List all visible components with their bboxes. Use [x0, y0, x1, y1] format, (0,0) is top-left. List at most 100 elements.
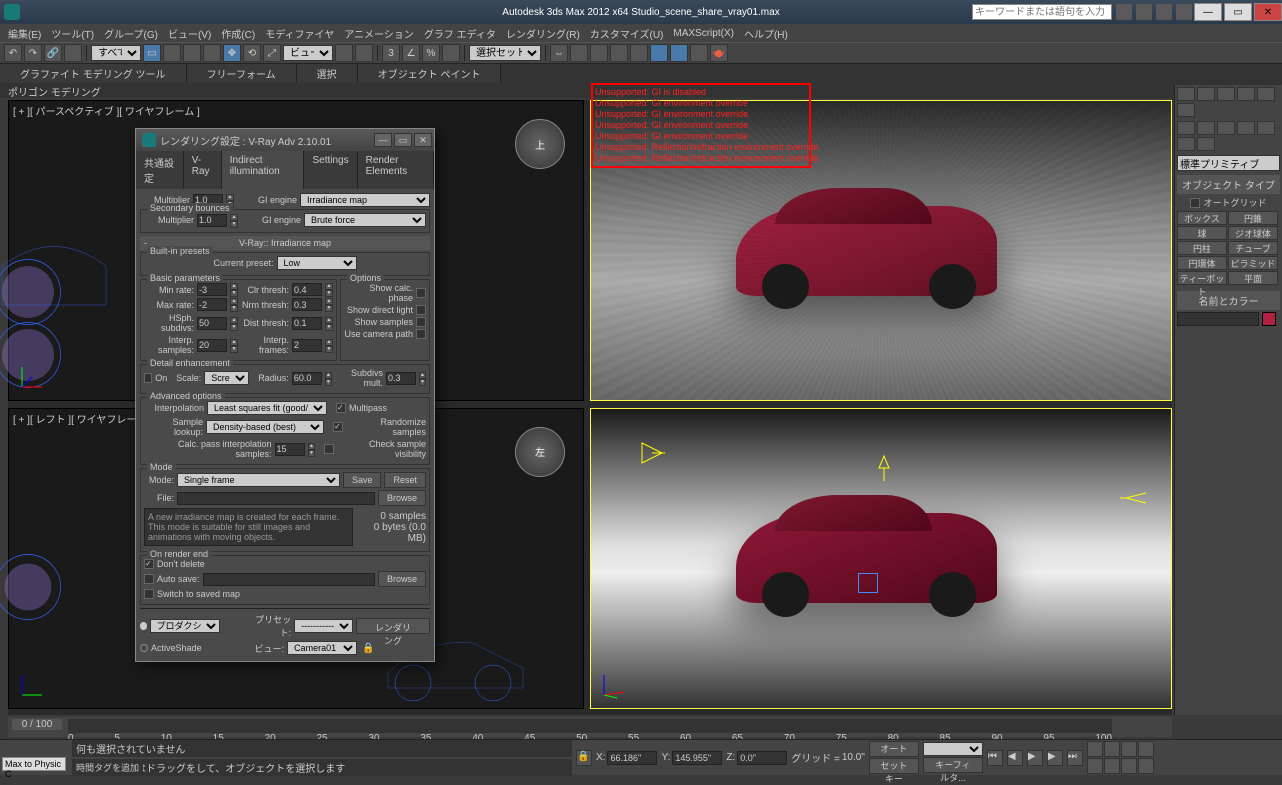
- preset-dropdown[interactable]: -----------: [294, 619, 353, 633]
- spinner-buttons[interactable]: ▲▼: [230, 214, 238, 227]
- tab-gi[interactable]: Indirect illumination: [222, 151, 305, 189]
- curve-editor-button[interactable]: [610, 44, 628, 62]
- light-gizmo[interactable]: [869, 453, 899, 483]
- autosave-checkbox[interactable]: [144, 574, 154, 584]
- select-move-button[interactable]: ✥: [223, 44, 241, 62]
- hsph-input[interactable]: [197, 317, 227, 330]
- unlink-button[interactable]: [64, 44, 82, 62]
- cone-button[interactable]: 円錐: [1228, 211, 1278, 225]
- mode-dropdown[interactable]: Single frame: [177, 473, 340, 487]
- cameras-icon[interactable]: [1237, 121, 1255, 135]
- prev-frame-icon[interactable]: ◀: [1007, 750, 1023, 766]
- geometry-icon[interactable]: [1177, 121, 1195, 135]
- menu-animation[interactable]: アニメーション: [340, 24, 418, 43]
- multipass-checkbox[interactable]: [336, 403, 346, 413]
- production-dropdown[interactable]: プロダクション: [150, 619, 220, 633]
- create-tab-icon[interactable]: [1177, 87, 1195, 101]
- select-region-button[interactable]: [183, 44, 201, 62]
- tab-graphite[interactable]: グラファイト モデリング ツール: [0, 64, 187, 83]
- teapot-button[interactable]: ティーポット: [1177, 271, 1227, 285]
- rollout-object-type[interactable]: オブジェクト タイプ: [1177, 175, 1280, 194]
- material-editor-button[interactable]: [650, 44, 668, 62]
- tab-common[interactable]: 共通設定: [136, 151, 184, 189]
- goto-start-icon[interactable]: ⏮: [987, 750, 1003, 766]
- tab-paint[interactable]: オブジェクト ペイント: [358, 64, 502, 83]
- spacewarps-icon[interactable]: [1177, 137, 1195, 151]
- tab-settings[interactable]: Settings: [304, 151, 357, 189]
- minimize-button[interactable]: —: [1194, 3, 1222, 21]
- align-button[interactable]: [570, 44, 588, 62]
- menu-group[interactable]: グループ(G): [100, 24, 162, 43]
- dist-thresh-input[interactable]: [292, 317, 322, 330]
- pivot-button[interactable]: [335, 44, 353, 62]
- select-rotate-button[interactable]: ⟲: [243, 44, 261, 62]
- tube-button[interactable]: チューブ: [1228, 241, 1278, 255]
- fov-icon[interactable]: [1087, 758, 1103, 774]
- secondary-mult-input[interactable]: [197, 214, 227, 227]
- ref-coord-dropdown[interactable]: ビュー: [283, 45, 333, 61]
- lock-selection-icon[interactable]: 🔒: [576, 750, 592, 766]
- lights-icon[interactable]: [1217, 121, 1235, 135]
- menu-tools[interactable]: ツール(T): [47, 24, 98, 43]
- fav-icon[interactable]: [1156, 4, 1172, 20]
- max-to-physical[interactable]: Max to Physic C: [2, 757, 66, 771]
- tab-freeform[interactable]: フリーフォーム: [187, 64, 297, 83]
- menu-help[interactable]: ヘルプ(H): [740, 24, 792, 43]
- rollout-name-color[interactable]: 名前とカラー: [1177, 291, 1280, 310]
- show-calc-checkbox[interactable]: [416, 288, 426, 298]
- zoom-all-icon[interactable]: [1104, 741, 1120, 757]
- render-setup-button[interactable]: [670, 44, 688, 62]
- y-coord-input[interactable]: [672, 751, 722, 765]
- primitive-dropdown[interactable]: 標準プリミティブ: [1177, 155, 1280, 171]
- save-button[interactable]: Save: [343, 472, 382, 488]
- zoom-extents-all-icon[interactable]: [1138, 741, 1154, 757]
- setkey-button[interactable]: セットキー: [869, 758, 919, 774]
- detail-subdiv-input[interactable]: [386, 372, 416, 385]
- rendered-frame-button[interactable]: [690, 44, 708, 62]
- detail-radius-input[interactable]: [292, 372, 322, 385]
- selection-filter[interactable]: すべて: [91, 45, 141, 61]
- file-input[interactable]: [177, 492, 375, 505]
- geosphere-button[interactable]: ジオ球体: [1228, 226, 1278, 240]
- dialog-maximize[interactable]: ▭: [394, 133, 412, 147]
- activeshade-radio[interactable]: [140, 644, 148, 652]
- modify-tab-icon[interactable]: [1197, 87, 1215, 101]
- search-icon[interactable]: [1116, 4, 1132, 20]
- clr-thresh-input[interactable]: [292, 283, 322, 296]
- maximize-viewport-icon[interactable]: [1138, 758, 1154, 774]
- view-dropdown[interactable]: Camera01: [287, 641, 357, 655]
- select-button[interactable]: ▭: [143, 44, 161, 62]
- help-icon[interactable]: [1176, 4, 1192, 20]
- close-button[interactable]: ✕: [1254, 3, 1282, 21]
- menu-views[interactable]: ビュー(V): [164, 24, 215, 43]
- min-rate-input[interactable]: [197, 283, 227, 296]
- redo-button[interactable]: ↷: [24, 44, 42, 62]
- schematic-button[interactable]: [630, 44, 648, 62]
- detail-on-checkbox[interactable]: [144, 373, 152, 383]
- primary-gi-dropdown[interactable]: Irradiance map: [300, 193, 430, 207]
- menu-maxscript[interactable]: MAXScript(X): [669, 26, 738, 41]
- object-name-input[interactable]: [1177, 312, 1259, 326]
- box-button[interactable]: ボックス: [1177, 211, 1227, 225]
- autokey-button[interactable]: オートキー: [869, 741, 919, 757]
- viewport-camera[interactable]: [ + ][ Camera01 ][ リアリスティック ]: [590, 408, 1172, 709]
- tab-selection[interactable]: 選択: [297, 64, 358, 83]
- camera-gizmo[interactable]: [858, 573, 878, 593]
- menu-create[interactable]: 作成(C): [217, 24, 259, 43]
- autosave-input[interactable]: [203, 573, 375, 586]
- systems-icon[interactable]: [1197, 137, 1215, 151]
- visibility-checkbox[interactable]: [324, 444, 334, 454]
- orbit-icon[interactable]: [1121, 758, 1137, 774]
- ribbon-panel-label[interactable]: ポリゴン モデリング: [8, 88, 101, 99]
- camera-path-checkbox[interactable]: [416, 329, 426, 339]
- reset-button[interactable]: Reset: [384, 472, 426, 488]
- percent-snap-button[interactable]: %: [422, 44, 440, 62]
- lookup-dropdown[interactable]: Density-based (best): [206, 420, 324, 434]
- pan-icon[interactable]: [1104, 758, 1120, 774]
- dialog-minimize[interactable]: —: [374, 133, 392, 147]
- select-scale-button[interactable]: ⤢: [263, 44, 281, 62]
- manipulate-button[interactable]: [355, 44, 373, 62]
- frames-input[interactable]: [292, 339, 322, 352]
- search-input[interactable]: [973, 5, 1111, 19]
- browse-button[interactable]: Browse: [378, 490, 426, 506]
